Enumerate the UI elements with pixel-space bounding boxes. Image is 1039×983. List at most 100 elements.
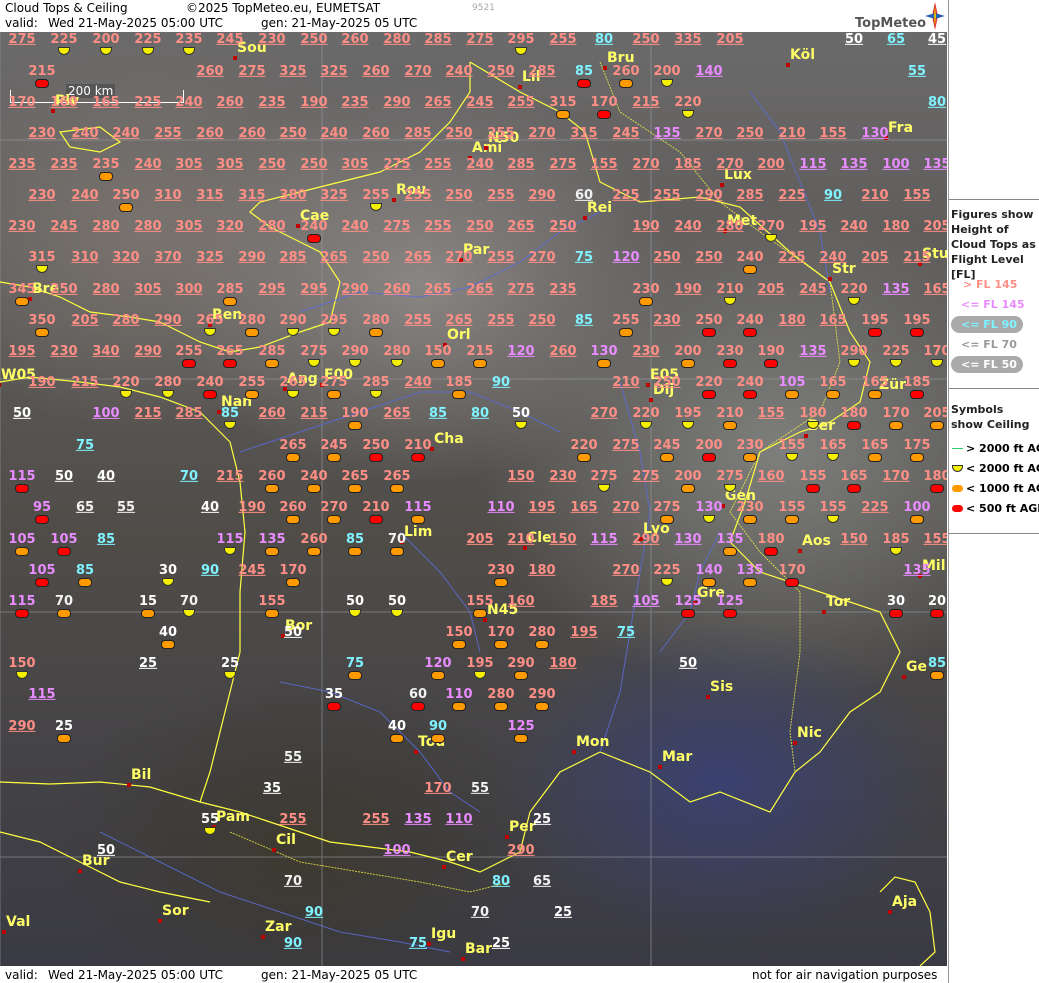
cloud-top-value: 170 <box>8 94 36 110</box>
cloud-top-value: 240 <box>300 468 328 484</box>
orange-ceiling-icon <box>265 547 279 556</box>
cloud-top-value: 280 <box>383 32 411 47</box>
cloud-top-value: 260 <box>279 499 307 515</box>
cloud-top-value: 215 <box>28 63 56 79</box>
cloud-top-value: 85 <box>574 63 594 79</box>
cloud-top-value: 265 <box>383 468 411 484</box>
cloud-top-value: 270 <box>404 63 432 79</box>
cloud-top-value: 295 <box>300 281 328 297</box>
cloud-top-value: 155 <box>778 437 806 453</box>
cloud-top-value: 165 <box>570 499 598 515</box>
cloud-top-value: 315 <box>570 125 598 141</box>
cloud-top-value: 250 <box>653 249 681 265</box>
yellow-ceiling-icon <box>952 465 963 472</box>
cloud-top-value: 270 <box>528 125 556 141</box>
legend-level-4: <= FL 70 <box>949 336 1039 354</box>
cloud-top-value: 255 <box>612 312 640 328</box>
weather-map[interactable]: 200 km SouBruKölLilPlvAmiFraN50LuxRouRei… <box>0 32 947 966</box>
orange-ceiling-icon <box>910 453 924 462</box>
cloud-top-value: 275 <box>8 32 36 47</box>
cloud-top-value: 290 <box>134 343 162 359</box>
cloud-top-value: 305 <box>175 218 203 234</box>
cloud-top-value: 325 <box>320 63 348 79</box>
legend-divider <box>949 199 1039 200</box>
cloud-top-value: 75 <box>75 437 95 453</box>
orange-ceiling-icon <box>348 484 362 493</box>
orange-ceiling-icon <box>930 671 944 680</box>
red-ceiling-icon <box>723 359 737 368</box>
cloud-top-value: 170 <box>882 405 910 421</box>
cloud-top-value: 135 <box>799 343 827 359</box>
cloud-top-value: 135 <box>840 156 868 172</box>
cloud-top-value: 155 <box>590 156 618 172</box>
cloud-top-value: 220 <box>570 437 598 453</box>
cloud-top-value: 285 <box>507 156 535 172</box>
red-ceiling-icon <box>889 609 903 618</box>
cloud-top-value: 195 <box>570 624 598 640</box>
orange-ceiling-icon <box>390 547 404 556</box>
city-marker <box>461 957 465 961</box>
cloud-top-value: 275 <box>716 468 744 484</box>
city-label: Val <box>6 914 31 930</box>
cloud-top-value: 190 <box>632 218 660 234</box>
city-marker <box>583 216 587 220</box>
orange-ceiling-icon <box>286 453 300 462</box>
cloud-top-value: 320 <box>112 249 140 265</box>
cloud-top-value: 195 <box>674 405 702 421</box>
orange-ceiling-icon <box>307 547 321 556</box>
cloud-top-value: 295 <box>320 312 348 328</box>
cloud-top-value: 290 <box>341 281 369 297</box>
cloud-top-value: 255 <box>507 94 535 110</box>
orange-ceiling-icon <box>868 390 882 399</box>
orange-ceiling-icon <box>390 484 404 493</box>
cloud-top-value: 280 <box>238 312 266 328</box>
cloud-top-value: 310 <box>71 249 99 265</box>
cloud-top-value: 265 <box>383 405 411 421</box>
cloud-top-value: 115 <box>8 593 36 609</box>
cloud-top-value: 250 <box>445 125 473 141</box>
orange-ceiling-icon <box>57 734 71 743</box>
legend-symbol-3: < 1000 ft AGL <box>949 480 1039 498</box>
cloud-top-value: 275 <box>238 63 266 79</box>
cloud-top-value: 290 <box>507 842 535 858</box>
orange-ceiling-icon <box>702 578 716 587</box>
orange-ceiling-icon <box>265 359 279 368</box>
cloud-top-value: 250 <box>362 249 390 265</box>
cloud-top-value: 250 <box>653 374 681 390</box>
city-marker <box>646 383 650 387</box>
cloud-top-value: 245 <box>216 32 244 47</box>
cloud-top-value: 80 <box>927 94 947 110</box>
city-marker <box>786 63 790 67</box>
cloud-top-value: 75 <box>574 249 594 265</box>
cloud-top-value: 205 <box>466 531 494 547</box>
cloud-top-value: 250 <box>695 249 723 265</box>
cloud-top-value: 265 <box>424 281 452 297</box>
orange-ceiling-icon <box>514 734 528 743</box>
city-marker <box>392 198 396 202</box>
cloud-top-value: 245 <box>799 281 827 297</box>
cloud-top-value: 245 <box>238 562 266 578</box>
valid-time: Wed 21-May-2025 05:00 UTC <box>48 16 224 30</box>
cloud-top-value: 165 <box>861 437 889 453</box>
cloud-top-value: 370 <box>154 249 182 265</box>
cloud-top-value: 315 <box>549 94 577 110</box>
cloud-top-value: 310 <box>154 187 182 203</box>
cloud-top-value: 325 <box>320 187 348 203</box>
legend-level-2: <= FL 145 <box>949 296 1039 314</box>
red-ceiling-icon <box>764 359 778 368</box>
cloud-top-value: 285 <box>404 125 432 141</box>
cloud-top-value: 325 <box>196 249 224 265</box>
cloud-top-value: 210 <box>612 374 640 390</box>
cloud-top-value: 50 <box>283 624 303 640</box>
cloud-top-value: 180 <box>923 468 947 484</box>
cloud-top-value: 255 <box>487 312 515 328</box>
cloud-top-value: 90 <box>491 374 511 390</box>
cloud-top-value: 260 <box>549 343 577 359</box>
cloud-top-value: 250 <box>632 32 660 47</box>
orange-ceiling-icon <box>743 578 757 587</box>
cloud-top-value: 270 <box>612 562 640 578</box>
cloud-top-value: 230 <box>653 312 681 328</box>
cloud-top-value: 240 <box>196 374 224 390</box>
cloud-top-value: 265 <box>196 312 224 328</box>
orange-ceiling-icon <box>681 484 695 493</box>
